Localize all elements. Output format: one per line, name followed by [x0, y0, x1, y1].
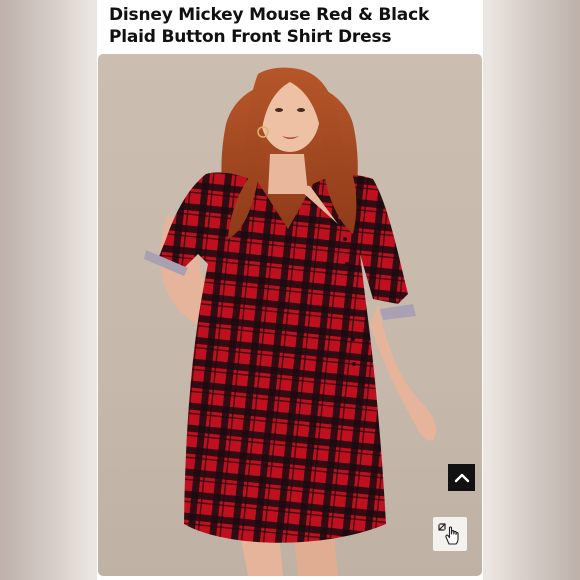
model-illustration — [144, 67, 437, 576]
product-photo[interactable] — [98, 54, 482, 576]
product-title-line-1: Disney Mickey Mouse Red & Black — [109, 5, 430, 25]
zoom-image-button[interactable] — [433, 517, 467, 551]
hand-pointer-expand-icon — [438, 523, 459, 545]
scroll-to-top-button[interactable] — [448, 464, 475, 491]
product-title: Disney Mickey Mouse Red & Black Plaid Bu… — [109, 4, 469, 48]
product-title-line-2: Plaid Button Front Shirt Dress — [109, 27, 392, 47]
chevron-up-icon — [454, 473, 469, 482]
